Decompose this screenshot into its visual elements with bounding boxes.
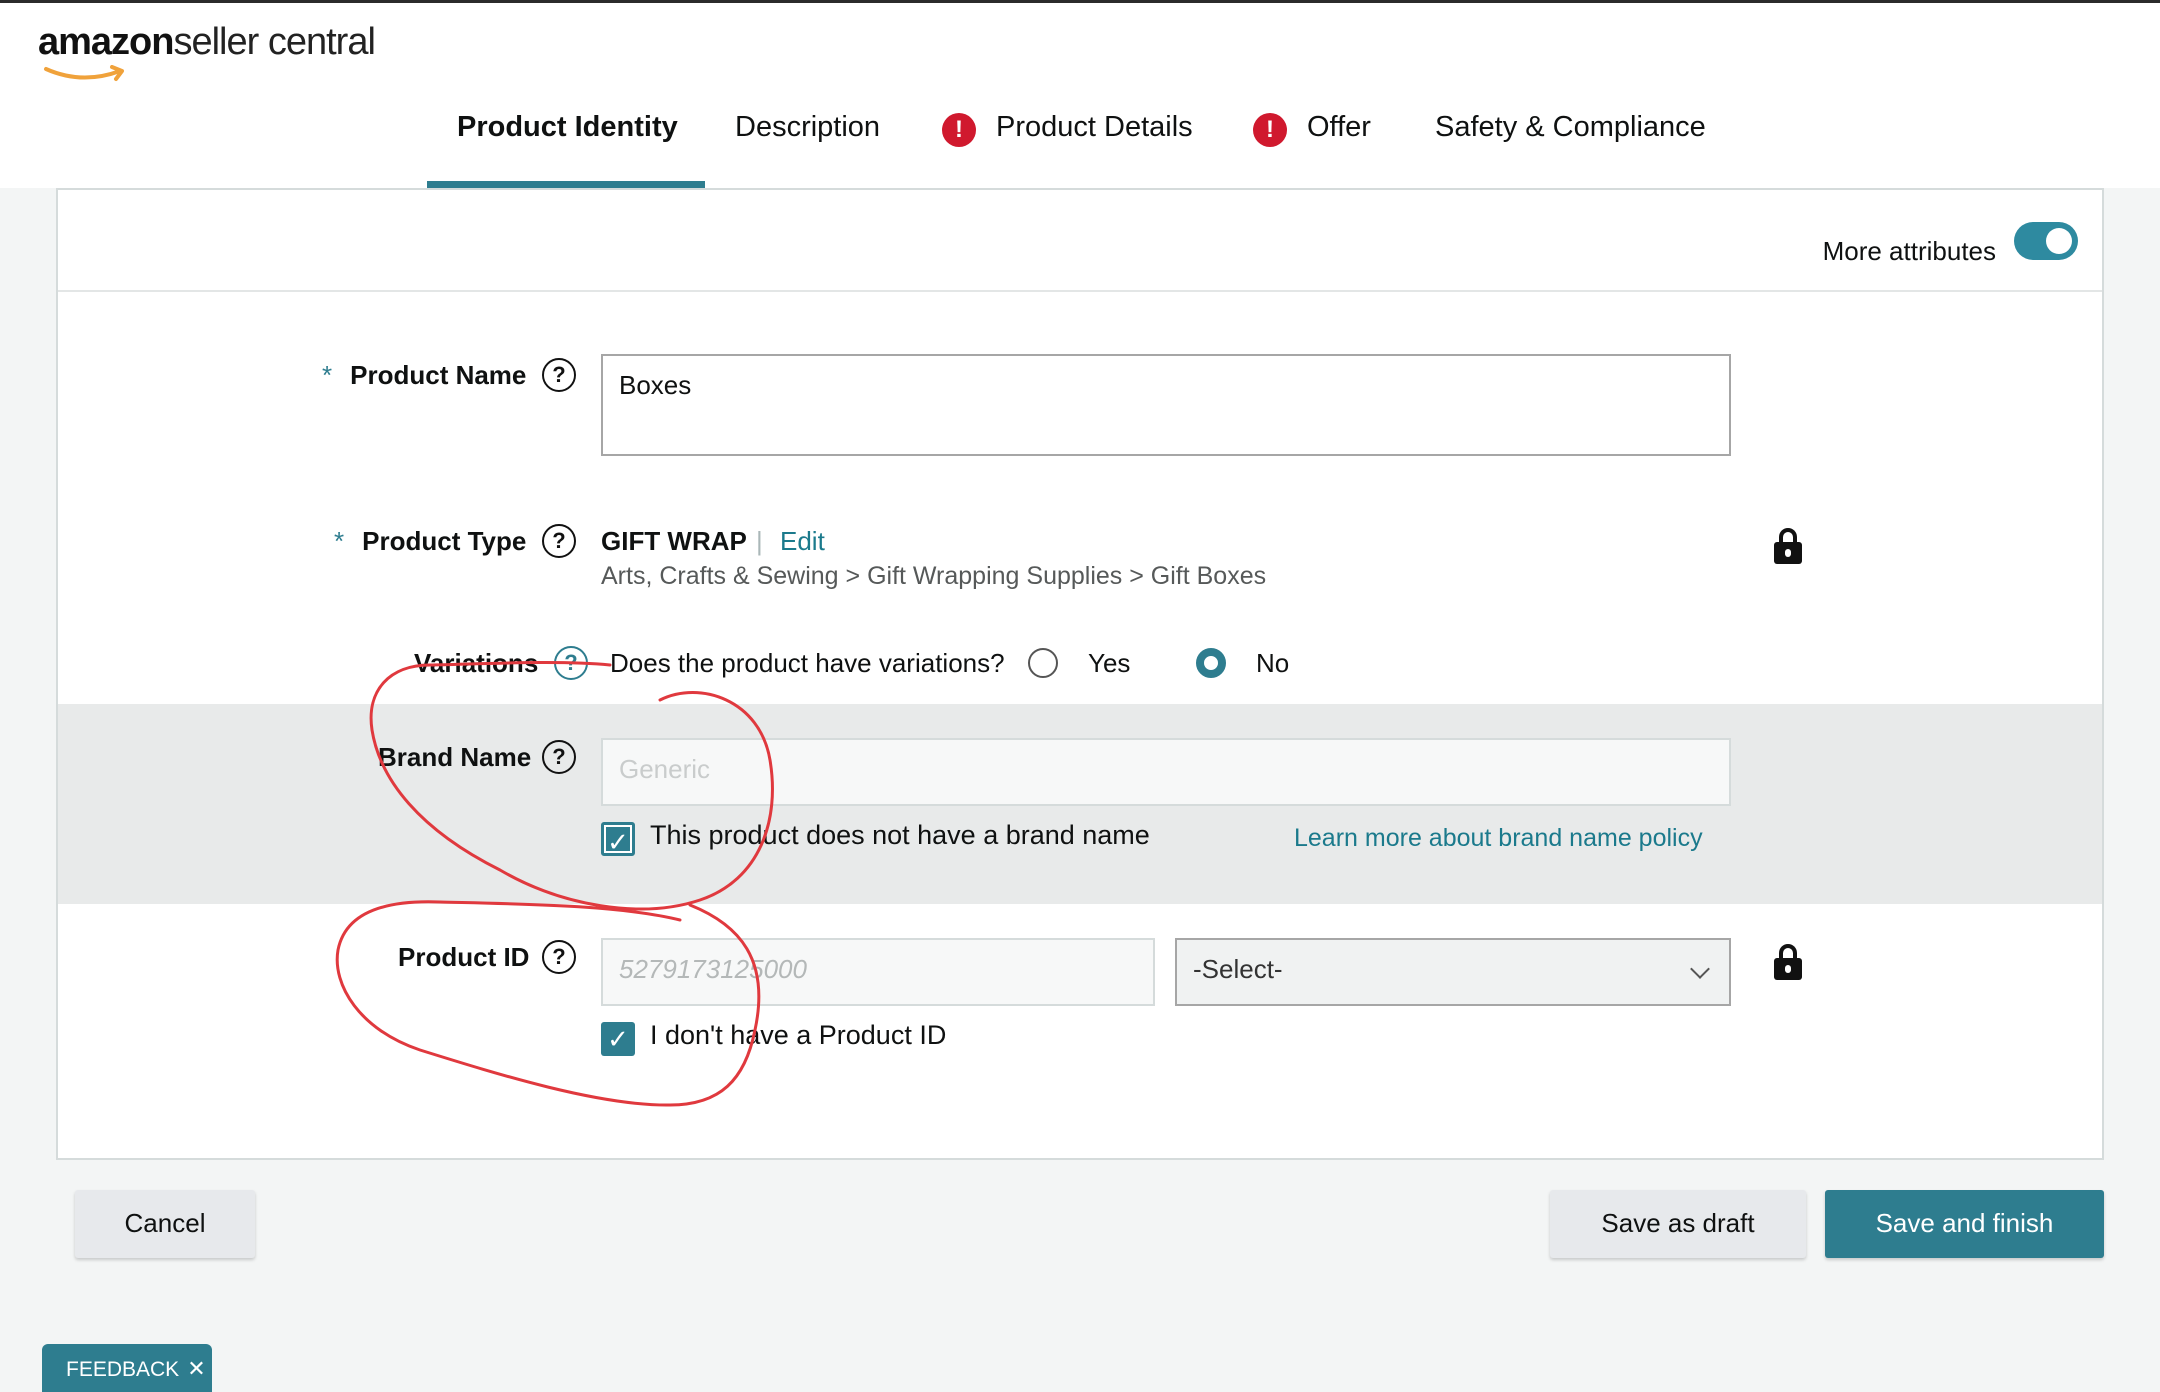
help-icon[interactable]: ? [542, 740, 576, 774]
panel-header: More attributes [58, 190, 2102, 292]
product-name-label: * Product Name [322, 360, 526, 391]
product-id-input[interactable]: 5279173125000 [601, 938, 1155, 1006]
tab-label: Safety & Compliance [1435, 111, 1706, 143]
product-id-placeholder: 5279173125000 [619, 954, 807, 984]
required-marker: * [322, 360, 333, 390]
chevron-down-icon [1690, 959, 1710, 979]
help-icon[interactable]: ? [542, 524, 576, 558]
product-name-label-text: Product Name [350, 360, 527, 390]
help-icon[interactable]: ? [542, 358, 576, 392]
variations-no-label: No [1256, 648, 1290, 678]
product-id-type-select[interactable]: -Select- [1175, 938, 1731, 1006]
save-as-draft-button[interactable]: Save as draft [1550, 1190, 1806, 1258]
logo-seller-text: seller central [173, 21, 375, 63]
product-type-separator: | [756, 526, 763, 556]
required-marker: * [334, 526, 345, 556]
lock-icon [1774, 944, 1802, 980]
tab-label: Offer [1307, 111, 1371, 143]
tab-label: Product Identity [457, 111, 678, 143]
select-value: -Select- [1193, 954, 1283, 984]
product-type-label-text: Product Type [362, 526, 527, 556]
feedback-label: FEEDBACK [66, 1358, 180, 1381]
product-identity-panel: More attributes * Product Name ? Boxes * P… [56, 188, 2104, 1160]
brand-name-input[interactable]: Generic [601, 738, 1731, 806]
top-bar: amazonseller central Product Identity De… [0, 0, 2160, 191]
help-icon[interactable]: ? [554, 646, 588, 680]
more-attributes-toggle[interactable] [2014, 222, 2078, 260]
more-attributes-label: More attributes [1822, 236, 1996, 266]
product-type-category-path: Arts, Crafts & Sewing > Gift Wrapping Su… [601, 562, 1267, 590]
product-type-name: GIFT WRAP [601, 526, 747, 556]
tab-label: Product Details [996, 111, 1193, 143]
tab-product-identity[interactable]: Product Identity [457, 99, 678, 191]
feedback-tab[interactable]: FEEDBACK ✕ [42, 1344, 212, 1392]
listing-tabs: Product Identity Description ! Product D… [0, 99, 2160, 191]
variations-no-radio[interactable] [1196, 648, 1226, 678]
product-name-value: Boxes [619, 370, 692, 400]
no-product-id-checkbox[interactable]: ✓ [601, 1022, 635, 1056]
product-type-edit-link[interactable]: Edit [780, 526, 825, 557]
help-icon[interactable]: ? [542, 940, 576, 974]
product-name-input[interactable]: Boxes [601, 354, 1731, 456]
no-product-id-label: I don't have a Product ID [650, 1020, 947, 1050]
amazon-smile-icon [44, 65, 124, 81]
brand-policy-link[interactable]: Learn more about brand name policy [1294, 824, 1703, 853]
close-icon[interactable]: ✕ [187, 1356, 205, 1381]
amazon-seller-central-logo[interactable]: amazonseller central [38, 21, 376, 81]
cancel-button[interactable]: Cancel [75, 1190, 255, 1258]
no-brand-label: This product does not have a brand name [650, 820, 1150, 850]
variations-label: Variations [414, 648, 539, 678]
alert-icon: ! [1253, 113, 1287, 147]
tab-offer[interactable]: ! Offer [1253, 99, 1371, 191]
variations-question: Does the product have variations? [610, 648, 1005, 678]
alert-icon: ! [942, 113, 976, 147]
brand-name-label: Brand Name [378, 742, 532, 772]
logo-amazon-text: amazon [38, 21, 174, 63]
variations-yes-radio[interactable] [1028, 648, 1058, 678]
variations-yes-label: Yes [1088, 648, 1131, 678]
product-type-label: * Product Type [334, 526, 526, 557]
tab-product-details[interactable]: ! Product Details [942, 99, 1193, 191]
tab-safety-compliance[interactable]: Safety & Compliance [1435, 99, 1706, 191]
lock-icon [1774, 528, 1802, 564]
tab-label: Description [735, 111, 881, 143]
toggle-knob [2046, 228, 2072, 254]
no-brand-checkbox[interactable]: ✓ [601, 822, 635, 857]
tab-description[interactable]: Description [735, 99, 880, 191]
brand-name-placeholder: Generic [619, 754, 711, 784]
product-id-label: Product ID [398, 942, 530, 972]
save-and-finish-button[interactable]: Save and finish [1825, 1190, 2104, 1258]
